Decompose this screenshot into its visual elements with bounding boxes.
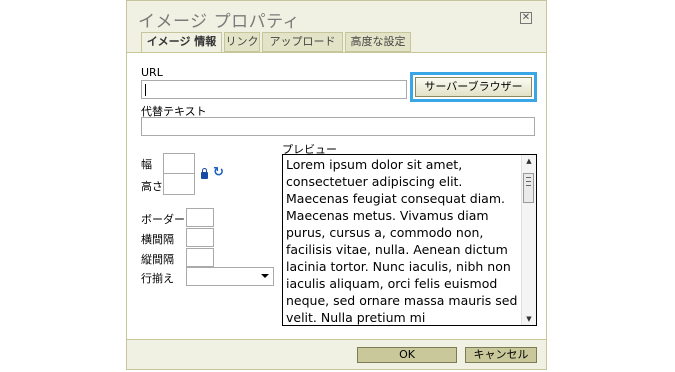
border-label: ボーダー [141, 213, 185, 226]
dialog-titlebar[interactable]: イメージ プロパティ ✕ [127, 1, 546, 34]
border-input[interactable] [186, 208, 214, 227]
align-label: 行揃え [141, 272, 174, 285]
image-properties-dialog: イメージ プロパティ ✕ イメージ 情報 リンク アップロード 高度な設定 UR… [126, 0, 547, 370]
hspace-label: 横間隔 [141, 233, 174, 246]
scroll-down-icon[interactable]: ▼ [522, 313, 536, 325]
vspace-input[interactable] [186, 248, 214, 267]
browse-button-highlight: サーバーブラウザー [410, 72, 537, 102]
scroll-thumb[interactable] [523, 173, 534, 203]
hspace-input[interactable] [186, 228, 214, 247]
tab-image-info[interactable]: イメージ 情報 [141, 32, 222, 53]
alt-text-input[interactable] [141, 117, 535, 136]
url-input[interactable] [141, 80, 407, 99]
height-label: 高さ [141, 180, 163, 193]
height-input[interactable] [163, 173, 195, 195]
url-label: URL [141, 66, 163, 79]
tab-advanced[interactable]: 高度な設定 [345, 32, 411, 52]
preview-box: Lorem ipsum dolor sit amet, consectetuer… [282, 154, 537, 326]
text-caret [145, 84, 146, 96]
width-input[interactable] [163, 153, 195, 175]
lock-icon[interactable] [201, 168, 208, 179]
dialog-title: イメージ プロパティ [138, 12, 301, 32]
tab-link[interactable]: リンク [224, 32, 260, 52]
vspace-label: 縦間隔 [141, 253, 174, 266]
preview-scrollbar[interactable]: ▲ ▼ [521, 155, 536, 325]
cancel-button[interactable]: キャンセル [465, 347, 537, 363]
browse-server-button[interactable]: サーバーブラウザー [415, 77, 532, 97]
width-label: 幅 [141, 158, 152, 171]
align-select[interactable] [186, 267, 274, 286]
tab-upload[interactable]: アップロード [262, 32, 343, 52]
scroll-up-icon[interactable]: ▲ [522, 155, 536, 167]
reset-size-icon[interactable]: ↻ [213, 166, 224, 179]
ok-button[interactable]: OK [357, 347, 457, 363]
preview-text: Lorem ipsum dolor sit amet, consectetuer… [286, 157, 518, 325]
close-icon[interactable]: ✕ [520, 12, 532, 24]
chevron-down-icon [261, 274, 269, 278]
